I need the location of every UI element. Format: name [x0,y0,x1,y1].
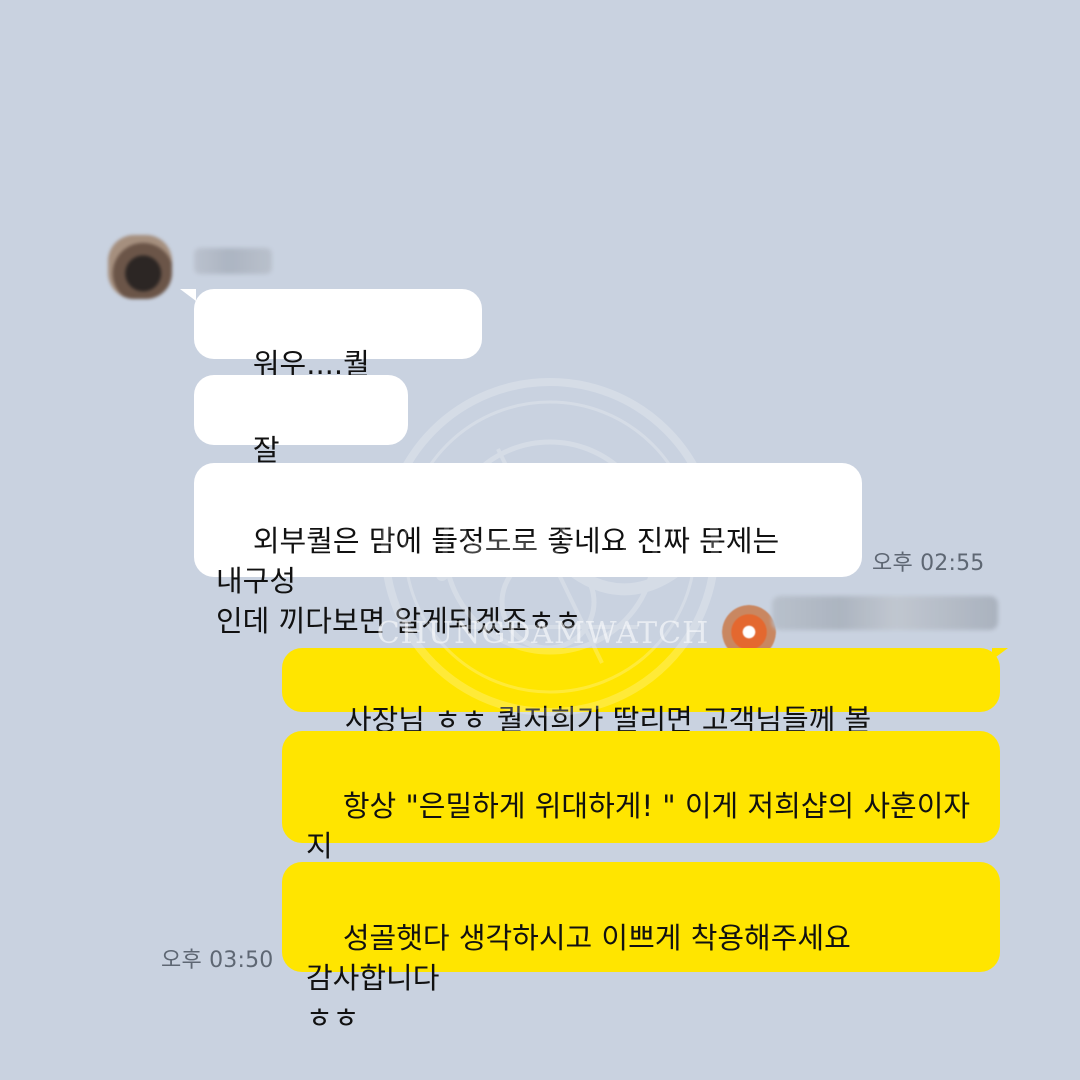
chat-screen: 워우....퀄 좋은데요? 잘 받았습니다 외부퀄은 맘에 들정도로 좋네요 진… [0,0,1080,1080]
blurred-shop-name [772,596,998,630]
incoming-message-text: 외부퀄은 맘에 들정도로 좋네요 진짜 문제는 내구성 인데 끼다보면 알게되겠… [216,524,780,638]
outgoing-message-bubble[interactable]: 항상 "은밀하게 위대하게! " 이게 저희샵의 사훈이자 지 조입니다 [282,731,1000,903]
incoming-bubble-tail [180,289,196,301]
incoming-message-bubble[interactable]: 워우....퀄 좋은데요? [194,289,482,421]
incoming-message-bubble[interactable]: 외부퀄은 맘에 들정도로 좋네요 진짜 문제는 내구성 인데 끼다보면 알게되겠… [194,463,862,638]
outgoing-message-text: 성골햇다 생각하시고 이쁘게 착용해주세요 감사합니다 ㅎㅎ [306,921,851,1035]
outgoing-message-bubble[interactable]: 사장님 ㅎㅎ 퀄저희가 딸리면 고객님들께 볼 면목이없조 [282,648,1000,777]
incoming-message-bubble[interactable]: 잘 받았습니다 [194,375,408,507]
outgoing-message-time: 오후 03:50 [161,948,274,973]
blurred-avatar[interactable] [108,235,172,299]
incoming-message-time: 오후 02:55 [872,551,985,576]
outgoing-message-bubble[interactable]: 성골햇다 생각하시고 이쁘게 착용해주세요 감사합니다 ㅎㅎ [282,862,1000,1035]
blurred-sender-name [194,248,272,274]
